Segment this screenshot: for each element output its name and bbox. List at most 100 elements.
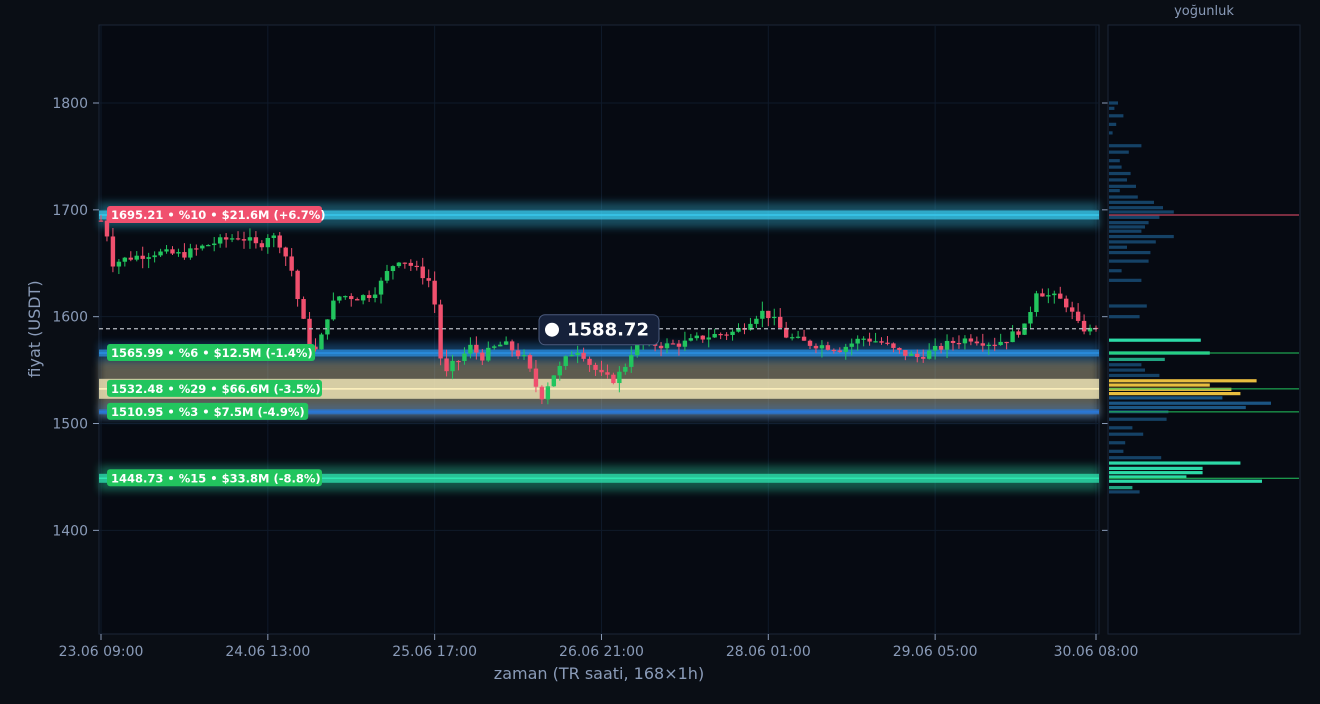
y-tick-label: 1400 — [52, 523, 88, 539]
volume-bin — [1109, 456, 1162, 460]
candle-body — [897, 347, 902, 351]
candle-body — [587, 358, 592, 365]
candle-body — [468, 344, 473, 354]
y-tick-label: 1700 — [52, 203, 88, 219]
level-label-text: 1695.21 • %10 • $21.6M (+6.7%) — [111, 208, 326, 222]
candle-body — [331, 300, 336, 320]
volume-bin — [1109, 250, 1151, 255]
candle-body — [891, 343, 896, 348]
candle-body — [938, 346, 944, 350]
candle-body — [569, 354, 574, 357]
volume-bin — [1109, 486, 1133, 490]
volume-bin — [1109, 392, 1241, 396]
candle-body — [420, 266, 425, 279]
candle-body — [962, 338, 968, 344]
chart-canvas: 1695.21 • %10 • $21.6M (+6.7%) 1565.99 • … — [0, 0, 1320, 704]
candle-body — [396, 262, 402, 267]
volume-bin — [1109, 229, 1142, 233]
volume-bin — [1109, 189, 1120, 193]
candle-body — [694, 335, 700, 339]
x-tick-label: 25.06 17:00 — [392, 644, 477, 660]
candle-body — [450, 360, 455, 372]
candle-body — [110, 236, 116, 267]
candle-body — [605, 372, 610, 375]
candle-body — [492, 346, 497, 348]
candle-body — [223, 237, 229, 240]
candle-body — [563, 356, 568, 367]
candle-body — [194, 248, 199, 250]
candle-body — [372, 294, 378, 298]
volume-bin — [1109, 417, 1167, 421]
candle-body — [611, 374, 616, 384]
candle-body — [819, 345, 825, 349]
candle-body — [337, 296, 342, 301]
candle-body — [831, 349, 837, 352]
candle-body — [676, 343, 682, 347]
volume-bin — [1109, 200, 1154, 204]
candle-body — [158, 251, 163, 256]
candle-body — [349, 296, 354, 300]
candle-body — [1040, 293, 1045, 297]
candle-body — [1069, 307, 1075, 312]
volume-bin — [1109, 401, 1271, 405]
candle-body — [992, 344, 997, 346]
candle-body — [343, 296, 348, 298]
candle-body — [456, 360, 461, 363]
current-price-value: 1588.72 — [567, 320, 649, 341]
level-label: 1695.21 • %10 • $21.6M (+6.7%) — [107, 205, 326, 223]
candle-body — [700, 335, 705, 340]
candle-body — [1058, 293, 1063, 299]
volume-bin — [1109, 131, 1113, 135]
candle-body — [277, 235, 282, 248]
volume-bin — [1109, 379, 1257, 383]
level-label: 1532.48 • %29 • $66.6M (-3.5%) — [107, 379, 322, 397]
candle-body — [301, 299, 306, 319]
volume-bin — [1109, 338, 1201, 342]
candle-body — [670, 343, 676, 345]
volume-bin — [1109, 259, 1149, 263]
candle-body — [593, 364, 598, 370]
candle-body — [867, 338, 872, 342]
x-tick-label: 23.06 09:00 — [59, 644, 144, 660]
candle-body — [986, 344, 991, 346]
candle-body — [212, 243, 217, 246]
volume-bin — [1109, 449, 1124, 453]
volume-bin — [1109, 195, 1138, 199]
candle-body — [265, 237, 271, 248]
candle-body — [241, 239, 247, 241]
volume-bin — [1109, 432, 1144, 436]
candle-body — [760, 310, 765, 319]
candle-body — [122, 257, 128, 262]
y-tick-label: 1600 — [52, 310, 88, 326]
candle-body — [1064, 298, 1069, 308]
candle-body — [128, 257, 133, 260]
candle-body — [766, 310, 771, 319]
candle-body — [980, 343, 985, 346]
candle-body — [444, 358, 449, 372]
candle-body — [497, 344, 503, 347]
candle-body — [509, 341, 515, 351]
candle-body — [1034, 293, 1039, 313]
candle-body — [474, 344, 479, 353]
candle-body — [170, 249, 175, 254]
candle-body — [581, 352, 586, 359]
volume-bin — [1109, 171, 1131, 176]
candle-body — [462, 353, 467, 362]
candle-body — [956, 343, 962, 345]
candle-body — [1004, 341, 1009, 344]
volume-bin — [1109, 304, 1147, 308]
candle-body — [861, 338, 866, 340]
candle-body — [623, 366, 628, 372]
candle-body — [944, 340, 950, 350]
x-tick-label: 28.06 01:00 — [726, 644, 811, 660]
y-tick-label: 1500 — [52, 417, 88, 433]
volume-bin — [1109, 101, 1118, 105]
candle-body — [801, 336, 807, 341]
candle-body — [247, 237, 253, 241]
candle-body — [706, 337, 711, 340]
candle-body — [408, 262, 414, 266]
level-label-text: 1510.95 • %3 • $7.5M (-4.9%) — [111, 405, 305, 419]
candle-body — [307, 318, 312, 347]
volume-bin — [1109, 373, 1160, 378]
candle-body — [1010, 331, 1015, 343]
